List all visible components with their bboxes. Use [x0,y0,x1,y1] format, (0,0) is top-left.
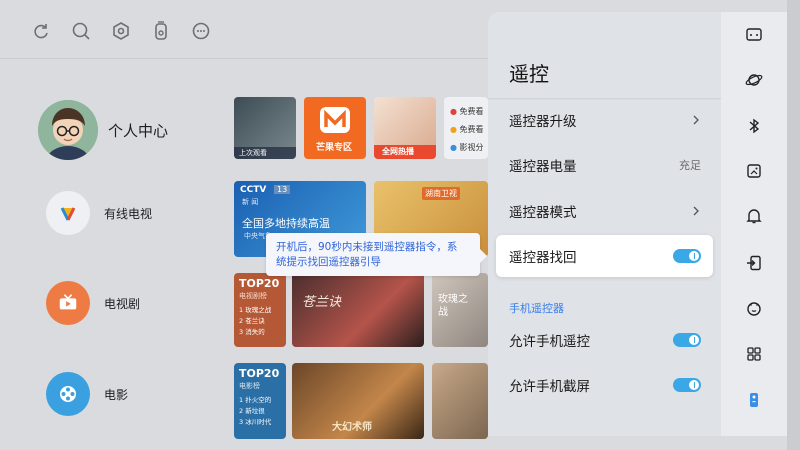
settings-hex-icon[interactable] [108,18,134,44]
screen-edge [787,0,800,450]
remote-battery-row[interactable]: 遥控器电量 充足 [496,144,713,186]
full-caption: 全网热播 [382,147,414,156]
movie-top-title: TOP20 [239,367,280,380]
hunan-logo: 湖南卫视 [422,187,460,200]
refresh-icon[interactable] [28,18,54,44]
tv-drama-icon [46,281,90,325]
phone-control-toggle[interactable] [673,333,701,347]
cable-tv-icon [46,191,90,235]
nav-label-movie: 电影 [104,387,129,402]
tooltip-line-2: 统提示找回遥控器引导 [276,256,381,268]
cctv-sub: 新 闻 [242,198,259,206]
row-label-phone-screenshot: 允许手机截屏 [509,379,590,395]
tooltip-line-1: 开机后，90秒内未接到遥控器指令，系 [276,241,458,253]
allow-phone-screenshot-row[interactable]: 允许手机截屏 [496,364,713,406]
movie-top20-tile[interactable]: TOP20 电影榜 1 扑火空的 2 新垃很 3 冰川时代 [234,363,286,439]
nav-label-cable-tv: 有线电视 [104,206,153,221]
cctv-channel-number: 13 [274,185,291,194]
tv-rank-1: 1 玫瑰之战 [239,306,272,314]
bluetooth-icon[interactable] [743,115,765,137]
face-icon[interactable] [743,297,765,319]
phone-screenshot-toggle[interactable] [673,378,701,392]
drama1-title: 苍兰诀 [302,295,342,310]
nav-label-personal-center: 个人中心 [108,121,169,140]
free-list-tile[interactable]: ● 免费看 ● 免费看 ● 影视分 [444,97,488,159]
nav-item-personal-center[interactable]: 个人中心 [38,100,168,160]
bell-icon[interactable] [743,205,765,227]
nav-label-tv-drama: 电视剧 [104,296,141,311]
movie-tile-1[interactable]: 大幻术师 [292,363,424,439]
drama-tile-1[interactable]: 苍兰诀 [292,273,424,347]
panel-title: 遥控 [509,62,549,86]
mango-zone-tile[interactable]: 芒果专区 [304,97,366,159]
movie-rank-2: 2 新垃很 [239,407,265,415]
movie-tile-2[interactable] [432,363,488,439]
remote-upgrade-row[interactable]: 遥控器升级 [496,99,713,141]
movie-rank-1: 1 扑火空的 [239,396,272,404]
remote-mode-row[interactable]: 遥控器模式 [496,190,713,232]
remote-settings-panel: 遥控 遥控器升级 遥控器电量 充足 遥控器模式 遥控器找回 手机遥控器 允许手机… [488,12,721,436]
tv-top20-tile[interactable]: TOP20 电视剧榜 1 玫瑰之战 2 苍兰诀 3 消失的 [234,273,286,347]
row-label-phone-control: 允许手机遥控 [509,334,590,350]
search-icon[interactable] [68,18,94,44]
row-label-mode: 遥控器模式 [509,205,577,221]
tv-rank-3: 3 消失的 [239,328,265,336]
drama2-title: 玫瑰之战 [438,294,468,318]
free-item-2: ● 免费看 [450,125,484,134]
movie1-title: 大幻术师 [332,422,372,433]
remote-control-icon[interactable] [743,389,765,411]
tv-top-sub: 电视剧榜 [239,292,267,300]
tv-top-title: TOP20 [239,277,280,290]
allow-phone-control-row[interactable]: 允许手机遥控 [496,319,713,361]
picture-mode-icon[interactable] [743,24,765,46]
recent-watch-tile[interactable]: 上次观看 [234,97,296,159]
remote-find-toggle[interactable] [673,249,701,263]
tv-rank-2: 2 苍兰诀 [239,317,265,325]
cctv-headline: 全国多地持续高温 [242,217,330,230]
image-setting-icon[interactable] [743,160,765,182]
planet-icon[interactable] [743,69,765,91]
apps-grid-icon[interactable] [743,343,765,365]
hot-drama-tile[interactable]: 全网热播 [374,97,436,159]
battery-value: 充足 [679,159,701,172]
movie-top-sub: 电影榜 [239,382,260,390]
settings-icon-rail [721,12,787,436]
row-label-find: 遥控器找回 [509,250,577,266]
message-icon[interactable] [188,18,214,44]
mango-caption: 芒果专区 [316,143,353,153]
movie-rank-3: 3 冰川时代 [239,418,272,426]
nav-item-tv-drama[interactable]: 电视剧 [38,281,140,325]
row-label-upgrade: 遥控器升级 [509,114,577,130]
cctv-brand: CCTV [240,185,267,195]
chevron-right-icon [693,206,699,216]
row-label-battery: 遥控器电量 [509,159,577,175]
free-item-1: ● 免费看 [450,107,484,116]
find-remote-tooltip: 开机后，90秒内未接到遥控器指令，系 统提示找回遥控器引导 [266,233,487,276]
remote-find-row[interactable]: 遥控器找回 [496,235,713,277]
avatar [38,100,98,160]
nav-item-movie[interactable]: 电影 [38,372,128,416]
top-toolbar [28,18,214,44]
movie-reel-icon [46,372,90,416]
signal-source-icon[interactable] [743,252,765,274]
recent-caption: 上次观看 [239,149,267,157]
nav-item-cable-tv[interactable]: 有线电视 [38,191,152,235]
drama-tile-2[interactable]: 玫瑰之战 [432,273,488,347]
remote-icon[interactable] [148,18,174,44]
chevron-right-icon [693,115,699,125]
phone-remote-section-label: 手机遥控器 [509,302,564,315]
free-item-3: ● 影视分 [450,143,484,152]
